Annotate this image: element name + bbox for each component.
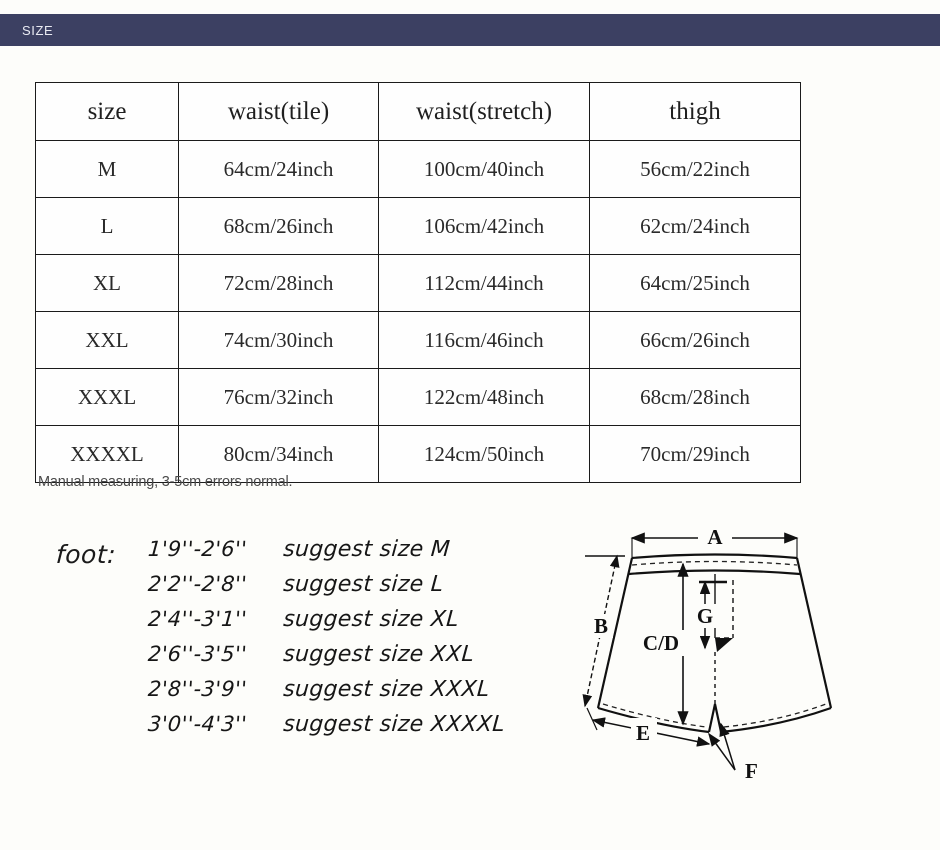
page-title: SIZE [22,22,54,38]
foot-guide-lines: 1'9''-2'6'' suggest size M 2'2''-2'8'' s… [147,532,506,742]
foot-guide-line: 2'2''-2'8'' suggest size L [147,567,506,602]
foot-range: 2'4''-3'1'' [147,607,248,631]
table-row: XXL 74cm/30inch 116cm/46inch 66cm/26inch [35,311,801,369]
foot-suggest: suggest size XL [282,607,460,632]
foot-guide-line: 2'8''-3'9'' suggest size XXXL [147,672,506,707]
cell-waist-tile: 68cm/26inch [178,197,379,255]
table-header-row: size waist(tile) waist(stretch) thigh [35,82,801,141]
cell-thigh: 62cm/24inch [589,197,801,255]
foot-guide-label: foot: [55,540,117,569]
cell-waist-stretch: 100cm/40inch [378,140,590,198]
column-header-waist-stretch: waist(stretch) [378,82,590,141]
cell-size: XXL [35,311,179,369]
cell-waist-stretch: 122cm/48inch [378,368,590,426]
foot-suggest: suggest size XXXL [282,677,491,702]
cell-thigh: 64cm/25inch [589,254,801,312]
cell-waist-stretch: 124cm/50inch [378,425,590,483]
foot-suggest: suggest size XXL [282,642,475,667]
cell-thigh: 68cm/28inch [589,368,801,426]
table-row: XXXL 76cm/32inch 122cm/48inch 68cm/28inc… [35,368,801,426]
column-header-size: size [35,82,179,141]
foot-range: 2'6''-3'5'' [147,642,248,666]
cell-size: XXXL [35,368,179,426]
cell-waist-stretch: 106cm/42inch [378,197,590,255]
cell-thigh: 70cm/29inch [589,425,801,483]
foot-range: 2'8''-3'9'' [147,677,248,701]
cell-waist-tile: 74cm/30inch [178,311,379,369]
column-header-thigh: thigh [589,82,801,141]
column-header-waist-tile: waist(tile) [178,82,379,141]
table-row: M 64cm/24inch 100cm/40inch 56cm/22inch [35,140,801,198]
size-chart-table: size waist(tile) waist(stretch) thigh M … [35,82,801,483]
cell-waist-tile: 64cm/24inch [178,140,379,198]
foot-range: 2'2''-2'8'' [147,572,248,596]
foot-range: 3'0''-4'3'' [147,712,248,736]
cell-size: XL [35,254,179,312]
cell-waist-tile: 72cm/28inch [178,254,379,312]
cell-size: L [35,197,179,255]
foot-guide-line: 1'9''-2'6'' suggest size M [147,532,506,567]
foot-suggest: suggest size M [282,537,451,562]
cell-thigh: 56cm/22inch [589,140,801,198]
fly-detail [714,574,734,704]
foot-guide-line: 2'4''-3'1'' suggest size XL [147,602,506,637]
measurement-note: Manual measuring, 3-5cm errors normal. [38,474,293,490]
cell-thigh: 66cm/26inch [589,311,801,369]
foot-guide-line: 2'6''-3'5'' suggest size XXL [147,637,506,672]
cell-size: M [35,140,179,198]
dimension-label-e: E [636,721,650,745]
dimension-label-g: G [697,604,713,628]
table-row: XL 72cm/28inch 112cm/44inch 64cm/25inch [35,254,801,312]
shorts-measurement-diagram: A B C/D G E F [575,518,935,808]
cell-waist-stretch: 112cm/44inch [378,254,590,312]
dimension-label-a: A [707,525,723,549]
size-header-bar: SIZE [0,14,940,46]
foot-suggest: suggest size L [282,572,445,597]
cell-waist-tile: 76cm/32inch [178,368,379,426]
dimension-label-cd: C/D [643,631,679,655]
foot-guide-line: 3'0''-4'3'' suggest size XXXXL [147,707,506,742]
cell-waist-stretch: 116cm/46inch [378,311,590,369]
dimension-label-f: F [745,759,758,783]
dimension-label-b: B [594,614,608,638]
foot-range: 1'9''-2'6'' [147,537,248,561]
table-row: L 68cm/26inch 106cm/42inch 62cm/24inch [35,197,801,255]
foot-suggest: suggest size XXXXL [282,712,506,737]
